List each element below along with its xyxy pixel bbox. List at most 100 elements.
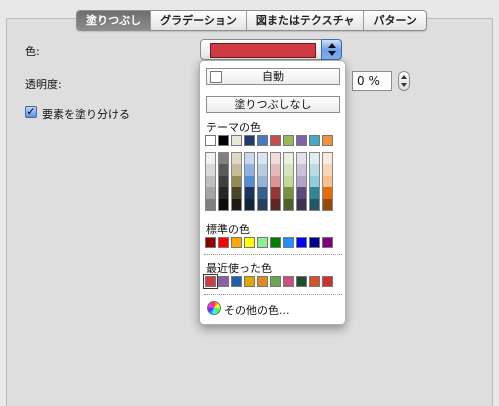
theme-color-swatch[interactable] xyxy=(283,135,294,146)
color-dropdown-arrow[interactable] xyxy=(321,39,342,60)
standard-color-swatch[interactable] xyxy=(244,237,255,248)
standard-color-swatch[interactable] xyxy=(296,237,307,248)
shade-swatch[interactable] xyxy=(323,164,332,176)
standard-color-swatch[interactable] xyxy=(205,237,216,248)
color-label: 色: xyxy=(25,45,40,58)
shade-swatch[interactable] xyxy=(310,198,319,210)
shade-swatch[interactable] xyxy=(271,187,280,199)
standard-color-swatch[interactable] xyxy=(231,237,242,248)
standard-color-row xyxy=(205,237,333,248)
shade-swatch[interactable] xyxy=(258,175,267,188)
shade-swatch[interactable] xyxy=(206,164,215,176)
shade-swatch[interactable] xyxy=(284,175,293,188)
shade-swatch[interactable] xyxy=(206,175,215,188)
recent-color-swatch[interactable] xyxy=(270,276,281,287)
standard-color-swatch[interactable] xyxy=(322,237,333,248)
more-colors-link[interactable]: その他の色... xyxy=(224,302,290,318)
shade-swatch[interactable] xyxy=(232,187,241,199)
shade-swatch[interactable] xyxy=(245,187,254,199)
recent-color-swatch[interactable] xyxy=(257,276,268,287)
transparency-field[interactable]: 0 % xyxy=(352,71,392,91)
shade-swatch[interactable] xyxy=(232,153,241,165)
divider xyxy=(204,254,342,255)
recent-color-swatch[interactable] xyxy=(309,276,320,287)
theme-color-swatch[interactable] xyxy=(244,135,255,146)
shade-swatch[interactable] xyxy=(323,175,332,188)
recent-color-swatch[interactable] xyxy=(231,276,242,287)
recent-color-swatch[interactable] xyxy=(296,276,307,287)
shade-swatch[interactable] xyxy=(310,175,319,188)
divider xyxy=(204,294,342,295)
shade-swatch[interactable] xyxy=(232,198,241,210)
shade-swatch[interactable] xyxy=(310,187,319,199)
shade-swatch[interactable] xyxy=(323,153,332,165)
shade-swatch[interactable] xyxy=(258,198,267,210)
recent-color-row xyxy=(203,274,333,289)
shade-swatch[interactable] xyxy=(284,164,293,176)
recent-colors-heading: 最近使った色 xyxy=(206,262,272,275)
theme-color-swatch[interactable] xyxy=(205,135,216,146)
shade-column xyxy=(205,152,216,211)
shade-swatch[interactable] xyxy=(297,187,306,199)
theme-color-swatch[interactable] xyxy=(296,135,307,146)
tab-pattern[interactable]: パターン xyxy=(364,11,425,30)
shade-swatch[interactable] xyxy=(232,164,241,176)
shade-swatch[interactable] xyxy=(245,164,254,176)
shade-swatch[interactable] xyxy=(206,153,215,165)
shade-swatch[interactable] xyxy=(245,175,254,188)
tab-picture-texture[interactable]: 図またはテクスチャ xyxy=(247,11,365,30)
shade-swatch[interactable] xyxy=(271,164,280,176)
shade-swatch[interactable] xyxy=(245,198,254,210)
shade-swatch[interactable] xyxy=(323,187,332,199)
shade-swatch[interactable] xyxy=(219,198,228,210)
shade-swatch[interactable] xyxy=(271,153,280,165)
shade-swatch[interactable] xyxy=(297,198,306,210)
theme-color-swatch[interactable] xyxy=(218,135,229,146)
shade-swatch[interactable] xyxy=(245,153,254,165)
shade-swatch[interactable] xyxy=(284,153,293,165)
shade-swatch[interactable] xyxy=(323,198,332,210)
shade-swatch[interactable] xyxy=(297,153,306,165)
recent-color-swatch[interactable] xyxy=(283,276,294,287)
shade-swatch[interactable] xyxy=(206,187,215,199)
shade-swatch[interactable] xyxy=(206,198,215,210)
automatic-color-button[interactable]: 自動 xyxy=(206,68,340,85)
shade-swatch[interactable] xyxy=(271,198,280,210)
theme-color-swatch[interactable] xyxy=(270,135,281,146)
shade-swatch[interactable] xyxy=(258,164,267,176)
color-dropdown[interactable] xyxy=(200,39,342,60)
shade-swatch[interactable] xyxy=(310,153,319,165)
recent-color-swatch[interactable] xyxy=(322,276,333,287)
recent-color-swatch[interactable] xyxy=(203,274,218,289)
shade-swatch[interactable] xyxy=(284,198,293,210)
shade-swatch[interactable] xyxy=(297,175,306,188)
theme-color-swatch[interactable] xyxy=(309,135,320,146)
shade-swatch[interactable] xyxy=(258,153,267,165)
shade-swatch[interactable] xyxy=(232,175,241,188)
theme-color-swatch[interactable] xyxy=(322,135,333,146)
fill-elements-checkbox[interactable]: ✓ xyxy=(25,106,37,118)
automatic-swatch xyxy=(210,71,222,83)
shade-swatch[interactable] xyxy=(271,175,280,188)
standard-color-swatch[interactable] xyxy=(257,237,268,248)
tab-fill[interactable]: 塗りつぶし xyxy=(77,11,152,30)
no-fill-button[interactable]: 塗りつぶしなし xyxy=(206,96,340,113)
theme-color-swatch[interactable] xyxy=(257,135,268,146)
standard-color-swatch[interactable] xyxy=(218,237,229,248)
shade-swatch[interactable] xyxy=(219,153,228,165)
transparency-stepper[interactable] xyxy=(398,71,410,91)
shade-swatch[interactable] xyxy=(219,175,228,188)
shade-swatch[interactable] xyxy=(219,187,228,199)
standard-color-swatch[interactable] xyxy=(283,237,294,248)
shade-swatch[interactable] xyxy=(310,164,319,176)
recent-color-swatch[interactable] xyxy=(244,276,255,287)
shade-swatch[interactable] xyxy=(284,187,293,199)
tab-gradient[interactable]: グラデーション xyxy=(151,11,247,30)
shade-swatch[interactable] xyxy=(258,187,267,199)
shade-swatch[interactable] xyxy=(219,164,228,176)
shade-swatch[interactable] xyxy=(297,164,306,176)
theme-color-swatch[interactable] xyxy=(231,135,242,146)
recent-color-swatch[interactable] xyxy=(218,276,229,287)
standard-color-swatch[interactable] xyxy=(309,237,320,248)
standard-color-swatch[interactable] xyxy=(270,237,281,248)
